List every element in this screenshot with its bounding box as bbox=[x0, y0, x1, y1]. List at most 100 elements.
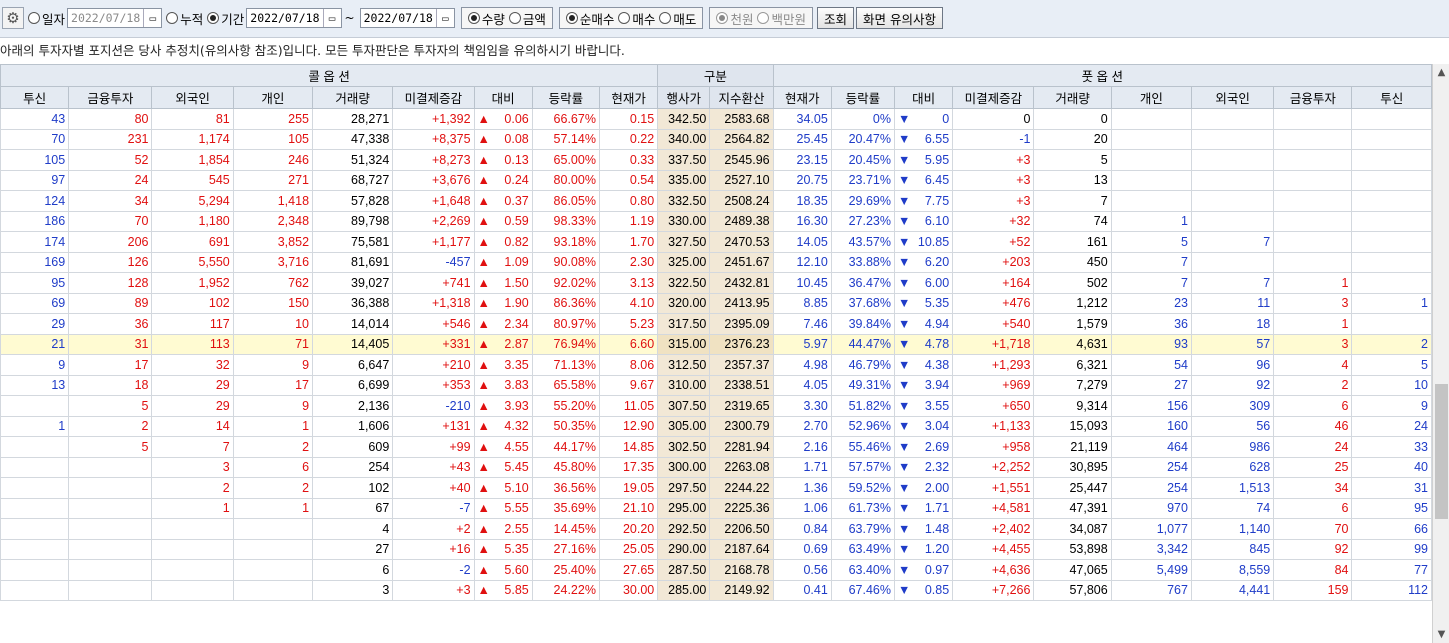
radio-net-buy[interactable]: 순매수 bbox=[565, 9, 614, 28]
triangle-up-icon: ▲ bbox=[477, 398, 490, 413]
column-header[interactable]: 투신 bbox=[1351, 86, 1432, 109]
table-row[interactable]: 1 2 14 1 1,606 +131 ▲ 4.32 50.35% 12.90 305.00 2300… bbox=[0, 415, 1432, 437]
table-row[interactable]: 95 128 1,952 762 39,027 +741 ▲ 1.50 92.02% 3.13 32… bbox=[0, 272, 1432, 294]
calendar-icon[interactable]: ▭ bbox=[322, 9, 341, 27]
table-row[interactable]: 3 6 254 +43 ▲ 5.45 45.80% 17.35 300.00 2263.08 1.7… bbox=[0, 456, 1432, 478]
column-header[interactable]: 미결제증감 bbox=[952, 86, 1035, 109]
radio-buy-circle[interactable] bbox=[618, 12, 631, 24]
table-row[interactable]: 174 206 691 3,852 75,581 +1,177 ▲ 0.82 93.18% 1.7… bbox=[0, 231, 1432, 253]
scroll-thumb[interactable] bbox=[1435, 384, 1448, 519]
period-to-field[interactable]: 2022/07/18 ▭ bbox=[359, 8, 455, 28]
column-header[interactable]: 금융투자 bbox=[1273, 86, 1353, 109]
table-cell: 767 bbox=[1110, 579, 1192, 601]
table-cell: 5 bbox=[1351, 354, 1432, 376]
table-cell bbox=[1190, 149, 1275, 171]
radio-amount-circle[interactable] bbox=[508, 12, 521, 24]
search-button[interactable]: 조회 bbox=[816, 7, 854, 29]
table-row[interactable]: 5 29 9 2,136 -210 ▲ 3.93 55.20% 11.05 307.50 2319.… bbox=[0, 395, 1432, 417]
scroll-up-icon[interactable]: ▲ bbox=[1433, 64, 1449, 81]
radio-qty-circle[interactable] bbox=[467, 12, 480, 24]
column-header[interactable]: 거래량 bbox=[312, 86, 394, 109]
table-row[interactable]: 27 +16 ▲ 5.35 27.16% 25.05 290.00 2187.64 0.69 63… bbox=[0, 538, 1432, 560]
table-row[interactable]: 97 24 545 271 68,727 +3,676 ▲ 0.24 80.00% 0.54 335… bbox=[0, 169, 1432, 191]
column-header[interactable]: 외국인 bbox=[151, 86, 234, 109]
column-header[interactable]: 외국인 bbox=[1190, 86, 1275, 109]
table-cell: -7 bbox=[392, 497, 475, 519]
table-cell: +2,402 bbox=[952, 518, 1035, 540]
table-row[interactable]: 124 34 5,294 1,418 57,828 +1,648 ▲ 0.37 86.05% 0.… bbox=[0, 190, 1432, 212]
radio-qty[interactable]: 수량 bbox=[467, 9, 505, 28]
column-header[interactable]: 금융투자 bbox=[68, 86, 153, 109]
table-cell: 342.50 bbox=[657, 108, 711, 130]
change-value: 4.78 bbox=[924, 337, 950, 352]
radio-sell-circle[interactable] bbox=[659, 12, 672, 24]
table-cell: 17 bbox=[232, 374, 314, 396]
table-cell bbox=[1110, 128, 1192, 150]
table-row[interactable]: 70 231 1,174 105 47,338 +8,375 ▲ 0.08 57.14% 0.22… bbox=[0, 128, 1432, 150]
table-cell: 290.00 bbox=[657, 538, 711, 560]
column-header[interactable]: 현재가 bbox=[772, 86, 832, 109]
table-row[interactable]: 69 89 102 150 36,388 +1,318 ▲ 1.90 86.36% 4.10 320… bbox=[0, 292, 1432, 314]
vertical-scrollbar[interactable]: ▲ ▼ bbox=[1432, 64, 1449, 643]
calendar-icon[interactable]: ▭ bbox=[435, 9, 454, 27]
table-cell: 23.71% bbox=[830, 169, 896, 191]
column-header[interactable]: 등락률 bbox=[531, 86, 600, 109]
radio-net-buy-circle[interactable] bbox=[565, 12, 578, 24]
day-date-field[interactable]: 2022/07/18 ▭ bbox=[67, 8, 163, 28]
scroll-down-icon[interactable]: ▼ bbox=[1433, 626, 1449, 643]
radio-day[interactable]: 일자 bbox=[28, 9, 65, 28]
table-row[interactable]: 169 126 5,550 3,716 81,691 -457 ▲ 1.09 90.08% 2.3… bbox=[0, 251, 1432, 273]
column-header[interactable]: 미결제증감 bbox=[392, 86, 475, 109]
table-cell: 2.16 bbox=[772, 436, 832, 458]
radio-period[interactable]: 기간 bbox=[207, 9, 244, 28]
table-row[interactable]: 105 52 1,854 246 51,324 +8,273 ▲ 0.13 65.00% 0.33… bbox=[0, 149, 1432, 171]
table-row[interactable]: 3 +3 ▲ 5.85 24.22% 30.00 285.00 2149.92 0.41 67.4… bbox=[0, 579, 1432, 601]
column-header[interactable]: 개인 bbox=[1110, 86, 1192, 109]
radio-day-circle[interactable] bbox=[28, 12, 40, 24]
column-header[interactable]: 대비 bbox=[893, 86, 954, 109]
radio-cumulative-circle[interactable] bbox=[166, 12, 179, 24]
column-header[interactable]: 투신 bbox=[0, 86, 70, 109]
table-cell: 206 bbox=[68, 231, 153, 253]
column-header[interactable]: 등락률 bbox=[830, 86, 896, 109]
radio-million[interactable]: 백만원 bbox=[757, 9, 806, 28]
radio-cumulative[interactable]: 누적 bbox=[166, 9, 203, 28]
column-header[interactable]: 거래량 bbox=[1033, 86, 1112, 109]
column-header[interactable]: 현재가 bbox=[598, 86, 659, 109]
table-row[interactable]: 43 80 81 255 28,271 +1,392 ▲ 0.06 66.67% 0.15 342.… bbox=[0, 108, 1432, 130]
period-from-field[interactable]: 2022/07/18 ▭ bbox=[246, 8, 342, 28]
notice-button[interactable]: 화면 유의사항 bbox=[855, 7, 943, 29]
change-value: 3.55 bbox=[924, 398, 950, 413]
gear-icon[interactable]: ⚙ bbox=[2, 7, 24, 29]
table-cell: 27 bbox=[1110, 374, 1192, 396]
table-row[interactable]: 1 1 67 -7 ▲ 5.55 35.69% 21.10 295.00 2225.36 1.06 6… bbox=[0, 497, 1432, 519]
table-row[interactable]: 29 36 117 10 14,014 +546 ▲ 2.34 80.97% 5.23 317.50… bbox=[0, 313, 1432, 335]
table-row[interactable]: 2 2 102 +40 ▲ 5.10 36.56% 19.05 297.50 2244.22 1.3… bbox=[0, 477, 1432, 499]
radio-buy[interactable]: 매수 bbox=[618, 9, 655, 28]
table-row[interactable]: 6 -2 ▲ 5.60 25.40% 27.65 287.50 2168.78 0.56 63.4… bbox=[0, 559, 1432, 581]
table-row[interactable]: 13 18 29 17 6,699 +353 ▲ 3.83 65.58% 9.67 310.00 23… bbox=[0, 374, 1432, 396]
column-header[interactable]: 대비 bbox=[473, 86, 533, 109]
table-row[interactable]: 21 31 113 71 14,405 +331 ▲ 2.87 76.94% 6.60 315.00… bbox=[0, 333, 1432, 355]
radio-thousand-circle[interactable] bbox=[716, 12, 729, 24]
triangle-up-icon: ▲ bbox=[477, 152, 490, 167]
change-value: 4.94 bbox=[924, 316, 950, 331]
radio-sell[interactable]: 매도 bbox=[659, 9, 696, 28]
column-header[interactable]: 행사가 bbox=[657, 86, 711, 109]
calendar-icon[interactable]: ▭ bbox=[143, 9, 161, 27]
triangle-up-icon: ▲ bbox=[477, 316, 490, 331]
change-cell: ▲ 2.87 bbox=[473, 333, 533, 355]
table-row[interactable]: 5 7 2 609 +99 ▲ 4.55 44.17% 14.85 302.50 2281.94 2.… bbox=[0, 436, 1432, 458]
table-row[interactable]: 186 70 1,180 2,348 89,798 +2,269 ▲ 0.59 98.33% 1.… bbox=[0, 210, 1432, 232]
table-cell: 102 bbox=[151, 292, 234, 314]
radio-period-circle[interactable] bbox=[207, 12, 220, 24]
table-row[interactable]: 9 17 32 9 6,647 +210 ▲ 3.35 71.13% 8.06 312.50 2357… bbox=[0, 354, 1432, 376]
radio-amount[interactable]: 금액 bbox=[508, 9, 546, 28]
column-header[interactable]: 지수환산 bbox=[709, 86, 774, 109]
table-row[interactable]: 4 +2 ▲ 2.55 14.45% 20.20 292.50 2206.50 0.84 63.7… bbox=[0, 518, 1432, 540]
column-header[interactable]: 개인 bbox=[232, 86, 314, 109]
radio-million-circle[interactable] bbox=[757, 12, 770, 24]
table-cell: 67.46% bbox=[830, 579, 896, 601]
change-value: 7.75 bbox=[924, 193, 950, 208]
radio-thousand[interactable]: 천원 bbox=[716, 9, 753, 28]
